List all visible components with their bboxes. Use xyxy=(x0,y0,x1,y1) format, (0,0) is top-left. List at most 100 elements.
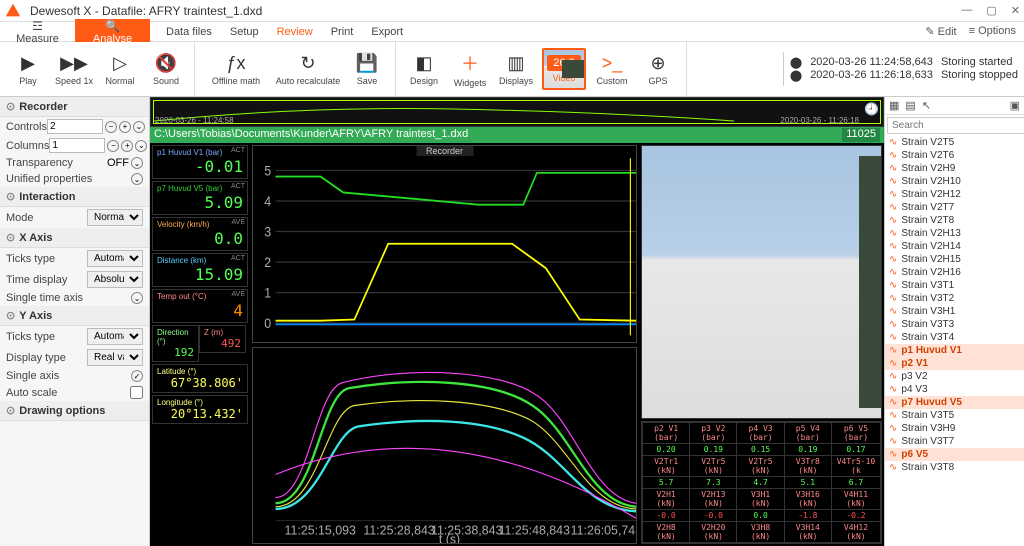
grid-icon[interactable]: ▦ xyxy=(889,99,899,112)
singleaxis-toggle[interactable]: ✓ xyxy=(131,370,143,382)
channel-item[interactable]: ∿p6 V5 xyxy=(885,448,1024,461)
displays-button[interactable]: ▥Displays xyxy=(494,42,538,96)
wave-icon: ∿ xyxy=(889,176,897,187)
wave-icon: ∿ xyxy=(889,397,897,408)
file-path-bar: C:\Users\Tobias\Documents\Kunder\AFRY\AF… xyxy=(150,127,884,143)
channel-item[interactable]: ∿Strain V3H1 xyxy=(885,305,1024,318)
section-drawing[interactable]: Drawing options xyxy=(0,401,149,421)
wave-icon: ∿ xyxy=(889,319,897,330)
channel-item[interactable]: ∿Strain V2H13 xyxy=(885,227,1024,240)
unified-toggle[interactable]: ⌄ xyxy=(131,173,143,185)
widgets-button[interactable]: ＋Widgets xyxy=(448,42,492,96)
channel-item[interactable]: ∿p7 Huvud V5 xyxy=(885,396,1024,409)
wave-icon: ∿ xyxy=(889,384,897,395)
play-button[interactable]: ▶Play xyxy=(6,42,50,96)
channel-item[interactable]: ∿Strain V2H14 xyxy=(885,240,1024,253)
design-button[interactable]: ◧Design xyxy=(402,42,446,96)
maximize-button[interactable]: ▢ xyxy=(986,4,996,17)
chevron-down-icon[interactable]: ⌄ xyxy=(133,121,145,133)
channel-item[interactable]: ∿p1 Huvud V1 xyxy=(885,344,1024,357)
xticks-select[interactable]: Automatic xyxy=(87,250,143,267)
channel-item[interactable]: ∿p4 V3 xyxy=(885,383,1024,396)
channel-item[interactable]: ∿Strain V3T7 xyxy=(885,435,1024,448)
minimize-button[interactable]: — xyxy=(961,4,972,17)
menu-data-files[interactable]: Data files xyxy=(166,26,212,38)
channel-item[interactable]: ∿Strain V3T3 xyxy=(885,318,1024,331)
panel-collapse-icon[interactable]: ▣ xyxy=(1010,99,1020,112)
channel-item[interactable]: ∿Strain V2H15 xyxy=(885,253,1024,266)
channel-item[interactable]: ∿Strain V2H9 xyxy=(885,162,1024,175)
singletime-toggle[interactable]: ⌄ xyxy=(131,292,143,304)
wave-icon: ∿ xyxy=(889,358,897,369)
minus-icon[interactable]: − xyxy=(105,121,117,133)
channel-item[interactable]: ∿p3 V2 xyxy=(885,370,1024,383)
recorder-chart-top[interactable]: Recorder 543210 xyxy=(252,145,637,343)
tab-analyse[interactable]: 🔍Analyse xyxy=(75,19,150,45)
columns-input[interactable] xyxy=(49,138,105,153)
channel-search-input[interactable] xyxy=(887,117,1024,134)
meter-lon: Longitude (°)20°13.432' xyxy=(152,395,248,424)
gps-button[interactable]: ⊕GPS xyxy=(636,42,680,96)
channel-item[interactable]: ∿Strain V2H16 xyxy=(885,266,1024,279)
meter-p7: p7 Huvud V5 (bar)ACT5.09 xyxy=(152,181,248,215)
sound-button[interactable]: 🔇Sound xyxy=(144,42,188,96)
channel-item[interactable]: ∿Strain V3T5 xyxy=(885,409,1024,422)
menu-export[interactable]: Export xyxy=(371,26,403,38)
wave-icon: ∿ xyxy=(889,280,897,291)
plus-icon[interactable]: + xyxy=(119,121,131,133)
transparency-toggle[interactable]: ⌄ xyxy=(131,157,143,169)
meter-lat: Latitude (°)67°38.806' xyxy=(152,364,248,393)
svg-text:11:25:28,843: 11:25:28,843 xyxy=(363,523,434,537)
autoscale-checkbox[interactable] xyxy=(130,386,143,399)
save-button[interactable]: 💾Save xyxy=(345,42,389,96)
menu-print[interactable]: Print xyxy=(331,26,354,38)
options-button[interactable]: ≡ Options xyxy=(969,25,1016,38)
wave-icon: ∿ xyxy=(889,241,897,252)
mode-select[interactable]: Normal xyxy=(87,209,143,226)
menu-setup[interactable]: Setup xyxy=(230,26,259,38)
channel-item[interactable]: ∿p2 V1 xyxy=(885,357,1024,370)
offline-math-button[interactable]: ƒxOffline math xyxy=(201,42,271,96)
channel-item[interactable]: ∿Strain V3T2 xyxy=(885,292,1024,305)
section-xaxis[interactable]: X Axis xyxy=(0,228,149,248)
title-bar: Dewesoft X - Datafile: AFRY traintest_1.… xyxy=(0,0,1024,22)
cursor-icon[interactable]: ↖ xyxy=(922,99,931,112)
channel-item[interactable]: ∿Strain V2T6 xyxy=(885,149,1024,162)
custom-button[interactable]: >_Custom xyxy=(590,42,634,96)
channel-item[interactable]: ∿Strain V2H10 xyxy=(885,175,1024,188)
displaytype-select[interactable]: Real value xyxy=(87,349,143,366)
controls-input[interactable] xyxy=(47,119,103,134)
channel-item[interactable]: ∿Strain V3T8 xyxy=(885,461,1024,474)
wave-icon: ∿ xyxy=(889,306,897,317)
window-title: Dewesoft X - Datafile: AFRY traintest_1.… xyxy=(30,4,961,18)
ribbon-toolbar: ▶Play ▶▶Speed 1x ▷Normal 🔇Sound ƒxOfflin… xyxy=(0,42,1024,97)
timeline-overview[interactable]: 2020-03-26 - 11:24:58 2020-03-26 - 11:26… xyxy=(150,97,884,127)
calendar-icon[interactable]: ▤ xyxy=(905,99,915,112)
section-interaction[interactable]: Interaction xyxy=(0,187,149,207)
timedisplay-select[interactable]: Absolute (l xyxy=(87,271,143,288)
channel-item[interactable]: ∿Strain V2H12 xyxy=(885,188,1024,201)
channel-item[interactable]: ∿Strain V3H9 xyxy=(885,422,1024,435)
close-button[interactable]: ✕ xyxy=(1011,4,1020,17)
video-display[interactable] xyxy=(641,145,882,419)
channel-item[interactable]: ∿Strain V3T4 xyxy=(885,331,1024,344)
channel-item[interactable]: ∿Strain V2T5 xyxy=(885,136,1024,149)
video-button[interactable]: 26.3Video xyxy=(542,48,586,90)
channel-item[interactable]: ∿Strain V3T1 xyxy=(885,279,1024,292)
meter-distance: Distance (km)ACT15.09 xyxy=(152,253,248,287)
clock-icon[interactable]: 🕘 xyxy=(864,102,879,116)
tab-measure[interactable]: ☲Measure xyxy=(0,19,75,45)
auto-recalculate-button[interactable]: ↻Auto recalculate xyxy=(273,42,343,96)
channel-item[interactable]: ∿Strain V2T8 xyxy=(885,214,1024,227)
wave-icon: ∿ xyxy=(889,293,897,304)
channel-item[interactable]: ∿Strain V2T7 xyxy=(885,201,1024,214)
section-recorder[interactable]: Recorder xyxy=(0,97,149,117)
speed-button[interactable]: ▶▶Speed 1x xyxy=(52,42,96,96)
edit-button[interactable]: ✎ Edit xyxy=(925,25,956,38)
wave-icon: ∿ xyxy=(889,202,897,213)
recorder-chart-bottom[interactable]: 11:25:15,093 11:25:28,843 11:25:38,843 1… xyxy=(252,347,637,545)
normal-button[interactable]: ▷Normal xyxy=(98,42,142,96)
yticks-select[interactable]: Automatic xyxy=(87,328,143,345)
menu-review[interactable]: Review xyxy=(277,26,313,38)
section-yaxis[interactable]: Y Axis xyxy=(0,306,149,326)
